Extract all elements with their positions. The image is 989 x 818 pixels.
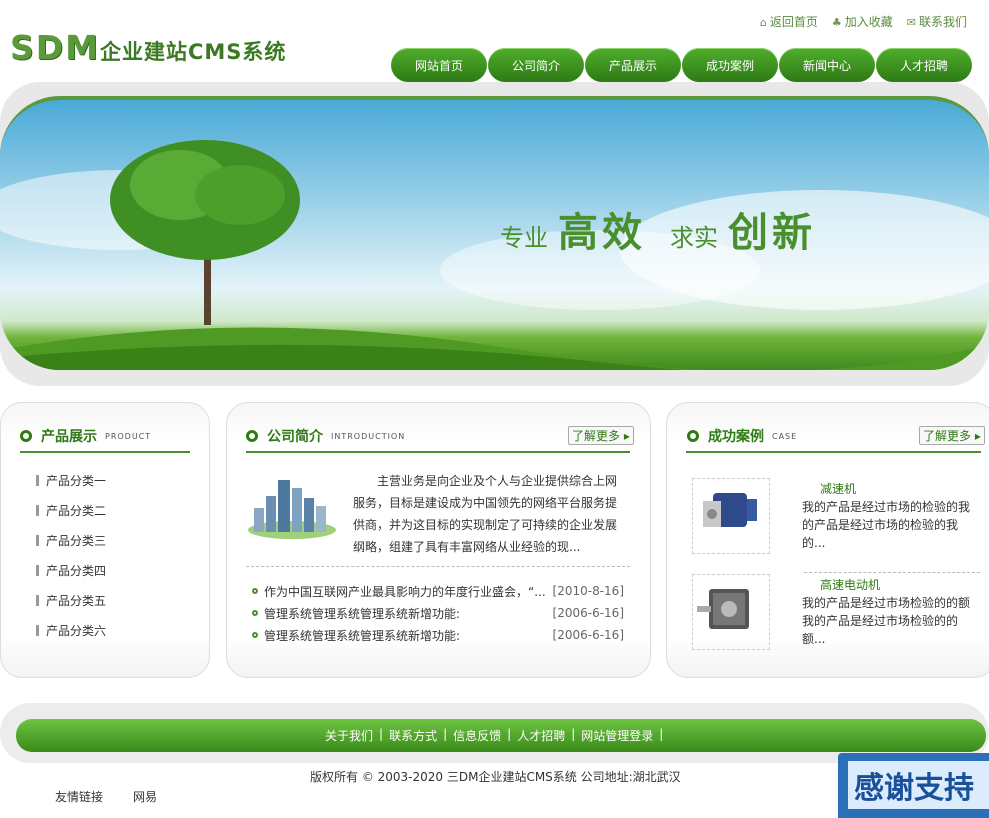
case-dashed-divider xyxy=(804,572,980,573)
title-bullet-icon xyxy=(20,430,32,442)
cases-title: 成功案例 CASE xyxy=(687,426,797,446)
case-desc: 我的产品是经过市场检验的的额我的产品是经过市场检验的的额... xyxy=(802,596,971,646)
main-nav: 网站首页 公司简介 产品展示 成功案例 新闻中心 人才招聘 xyxy=(391,48,972,82)
favorite-icon: ♣ xyxy=(831,16,842,29)
products-divider xyxy=(20,451,190,453)
footer-link-contact[interactable]: 联系方式 xyxy=(389,727,437,744)
nav-about[interactable]: 公司简介 xyxy=(488,48,584,82)
product-category-item[interactable]: 产品分类一 xyxy=(36,465,106,495)
contact-link[interactable]: ✉ 联系我们 xyxy=(907,13,967,30)
title-bullet-icon xyxy=(687,430,699,442)
products-title: 产品展示 PRODUCT xyxy=(20,426,151,446)
footer-link-about[interactable]: 关于我们 xyxy=(325,727,373,744)
top-links: ⌂ 返回首页 ♣ 加入收藏 ✉ 联系我们 xyxy=(760,13,967,30)
banner: 专业 高效 求实 创新 xyxy=(0,96,989,370)
footer-link-admin[interactable]: 网站管理登录 xyxy=(581,727,653,744)
friend-links-label: 友情链接 xyxy=(55,790,104,804)
home-icon: ⌂ xyxy=(759,16,767,29)
friend-links: 友情链接 网易 xyxy=(55,788,157,805)
motor-image xyxy=(703,493,757,527)
case-desc: 我的产品是经过市场的检验的我的产品是经过市场的检验的我的... xyxy=(802,500,971,550)
nav-news[interactable]: 新闻中心 xyxy=(779,48,875,82)
support-badge[interactable]: 感谢支持 xyxy=(838,753,989,818)
cases-more-button[interactable]: 了解更多 ▸ xyxy=(919,426,985,445)
about-more-button[interactable]: 了解更多 ▸ xyxy=(568,426,634,445)
footer-links: 关于我们 | 联系方式 | 信息反馈 | 人才招聘 | 网站管理登录 | xyxy=(325,727,664,744)
nav-products[interactable]: 产品展示 xyxy=(585,48,681,82)
mail-icon: ✉ xyxy=(906,16,916,29)
favorite-link[interactable]: ♣ 加入收藏 xyxy=(832,13,893,30)
news-item[interactable]: 管理系统管理系统管理系统新增功能: [2006-6-16] xyxy=(252,624,624,646)
product-category-item[interactable]: 产品分类二 xyxy=(36,495,106,525)
case-name[interactable]: 高速电动机 xyxy=(820,576,880,593)
title-bullet-icon xyxy=(246,430,258,442)
buildings-image xyxy=(248,480,336,539)
about-divider xyxy=(246,451,630,453)
about-dashed-divider xyxy=(246,566,630,567)
product-category-list: 产品分类一 产品分类二 产品分类三 产品分类四 产品分类五 产品分类六 xyxy=(36,465,106,645)
news-item[interactable]: 管理系统管理系统管理系统新增功能: [2006-6-16] xyxy=(252,602,624,624)
product-category-item[interactable]: 产品分类三 xyxy=(36,525,106,555)
nav-home[interactable]: 网站首页 xyxy=(391,48,487,82)
about-text: 主营业务是向企业及个人与企业提供综合上网服务，目标是建设成为中国领先的网络平台服… xyxy=(353,474,618,554)
home-link[interactable]: ⌂ 返回首页 xyxy=(760,13,818,30)
case-image-motor xyxy=(692,574,770,650)
case-name[interactable]: 减速机 xyxy=(820,480,856,497)
product-category-item[interactable]: 产品分类四 xyxy=(36,555,106,585)
cases-divider xyxy=(686,451,981,453)
product-category-item[interactable]: 产品分类六 xyxy=(36,615,106,645)
case-item[interactable]: 减速机 我的产品是经过市场的检验的我的产品是经过市场的检验的我的... xyxy=(692,478,982,558)
motor-image xyxy=(697,589,749,629)
footer-link-feedback[interactable]: 信息反馈 xyxy=(453,727,501,744)
news-item[interactable]: 作为中国互联网产业最具影响力的年度行业盛会，“... [2010-8-16] xyxy=(252,580,624,602)
news-list: 作为中国互联网产业最具影响力的年度行业盛会，“... [2010-8-16] 管理… xyxy=(252,580,624,646)
banner-scene xyxy=(0,140,989,370)
case-image-reducer xyxy=(692,478,770,554)
case-item[interactable]: 高速电动机 我的产品是经过市场检验的的额我的产品是经过市场检验的的额... xyxy=(692,574,982,654)
about-title: 公司简介 INTRODUCTION xyxy=(246,426,405,446)
nav-jobs[interactable]: 人才招聘 xyxy=(876,48,972,82)
footer-link-jobs[interactable]: 人才招聘 xyxy=(517,727,565,744)
nav-cases[interactable]: 成功案例 xyxy=(682,48,778,82)
product-category-item[interactable]: 产品分类五 xyxy=(36,585,106,615)
banner-slogan: 专业 高效 求实 创新 xyxy=(500,209,816,256)
friend-link[interactable]: 网易 xyxy=(133,788,157,805)
site-logo[interactable]: SDM企业建站CMS系统 xyxy=(10,28,286,67)
copyright: 版权所有 © 2003-2020 三DM企业建站CMS系统 公司地址:湖北武汉 xyxy=(310,770,681,784)
